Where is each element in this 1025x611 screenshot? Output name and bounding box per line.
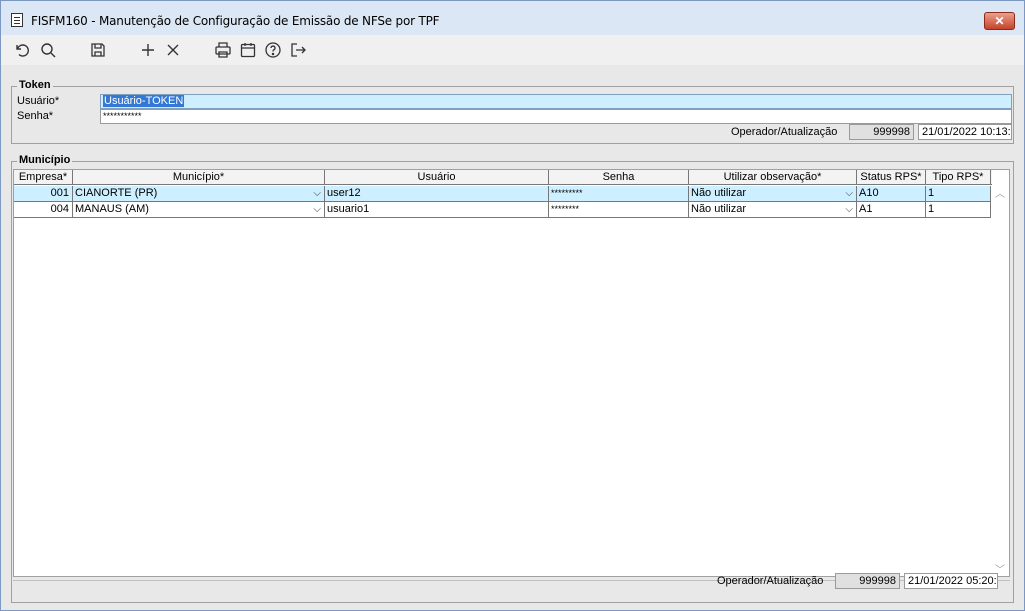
vertical-scrollbar[interactable]: ︿ ﹀ xyxy=(991,185,1009,576)
table-row[interactable]: 004 MANAUS (AM) ⌵ usuario1 ******** Não u… xyxy=(14,202,992,218)
col-observacao[interactable]: Utilizar observação* xyxy=(689,170,857,185)
cell-usuario[interactable]: usuario1 xyxy=(325,202,549,217)
municipio-operador-value: 999998 xyxy=(835,573,900,589)
delete-icon[interactable] xyxy=(163,40,183,60)
observacao-value: Não utilizar xyxy=(691,187,747,199)
add-icon[interactable] xyxy=(138,40,158,60)
token-operador-value: 999998 xyxy=(849,124,914,140)
cell-empresa[interactable]: 004 xyxy=(14,202,73,217)
cell-observacao[interactable]: Não utilizar ⌵ xyxy=(689,186,857,201)
cell-status-rps[interactable]: A10 xyxy=(857,186,926,201)
cell-tipo-rps[interactable]: 1 xyxy=(926,186,991,201)
help-icon[interactable] xyxy=(263,40,283,60)
exit-icon[interactable] xyxy=(288,40,308,60)
col-usuario[interactable]: Usuário xyxy=(325,170,549,185)
cell-senha[interactable]: ******** xyxy=(549,202,689,217)
municipio-legend: Município xyxy=(17,154,73,166)
close-button[interactable]: ✕ xyxy=(984,12,1015,30)
chevron-down-icon[interactable]: ⌵ xyxy=(313,202,321,217)
search-icon[interactable] xyxy=(38,40,58,60)
cell-municipio[interactable]: MANAUS (AM) ⌵ xyxy=(73,202,325,217)
toolbar xyxy=(1,35,1024,65)
col-municipio[interactable]: Município* xyxy=(73,170,325,185)
token-legend: Token xyxy=(17,79,53,91)
senha-label: Senha* xyxy=(17,110,54,122)
calendar-icon[interactable] xyxy=(238,40,258,60)
col-empresa[interactable]: Empresa* xyxy=(14,170,73,185)
token-operador-label: Operador/Atualização xyxy=(731,126,838,138)
save-icon[interactable] xyxy=(88,40,108,60)
col-tipo-rps[interactable]: Tipo RPS* xyxy=(926,170,991,185)
chevron-down-icon[interactable]: ⌵ xyxy=(845,202,853,217)
token-atualizacao-value: 21/01/2022 10:13: xyxy=(918,124,1012,140)
cell-observacao[interactable]: Não utilizar ⌵ xyxy=(689,202,857,217)
chevron-down-icon[interactable]: ⌵ xyxy=(313,186,321,201)
undo-icon[interactable] xyxy=(12,40,32,60)
municipio-atualizacao-value: 21/01/2022 05:20: xyxy=(904,573,998,589)
main-window: FISFM160 - Manutenção de Configuração de… xyxy=(0,0,1025,611)
chevron-down-icon[interactable]: ⌵ xyxy=(845,186,853,201)
title-bar: FISFM160 - Manutenção de Configuração de… xyxy=(1,1,1024,35)
cell-tipo-rps[interactable]: 1 xyxy=(926,202,991,217)
col-status-rps[interactable]: Status RPS* xyxy=(857,170,926,185)
usuario-label: Usuário* xyxy=(17,95,60,107)
scroll-up-icon[interactable]: ︿ xyxy=(995,185,1005,200)
form-panel: Token Usuário* Usuário-TOKEN Senha* ****… xyxy=(1,65,1024,610)
cell-senha[interactable]: ********* xyxy=(549,186,689,201)
document-icon xyxy=(11,13,23,27)
print-icon[interactable] xyxy=(213,40,233,60)
usuario-value: Usuário-TOKEN xyxy=(103,95,185,107)
municipio-value: MANAUS (AM) xyxy=(75,203,149,215)
table-row[interactable]: 001 CIANORTE (PR) ⌵ user12 ********* Não … xyxy=(14,186,992,202)
municipio-operador-label: Operador/Atualização xyxy=(717,575,824,587)
cell-usuario[interactable]: user12 xyxy=(325,186,549,201)
municipio-grid: Empresa* Município* Usuário Senha Utiliz… xyxy=(13,169,1010,577)
cell-municipio[interactable]: CIANORTE (PR) ⌵ xyxy=(73,186,325,201)
window-title: FISFM160 - Manutenção de Configuração de… xyxy=(31,14,440,28)
cell-empresa[interactable]: 001 xyxy=(14,186,73,201)
col-senha[interactable]: Senha xyxy=(549,170,689,185)
senha-field[interactable]: *********** xyxy=(100,109,1012,124)
municipio-value: CIANORTE (PR) xyxy=(75,187,158,199)
observacao-value: Não utilizar xyxy=(691,203,747,215)
usuario-field[interactable]: Usuário-TOKEN xyxy=(100,94,1012,109)
cell-status-rps[interactable]: A1 xyxy=(857,202,926,217)
grid-header: Empresa* Município* Usuário Senha Utiliz… xyxy=(14,170,992,185)
